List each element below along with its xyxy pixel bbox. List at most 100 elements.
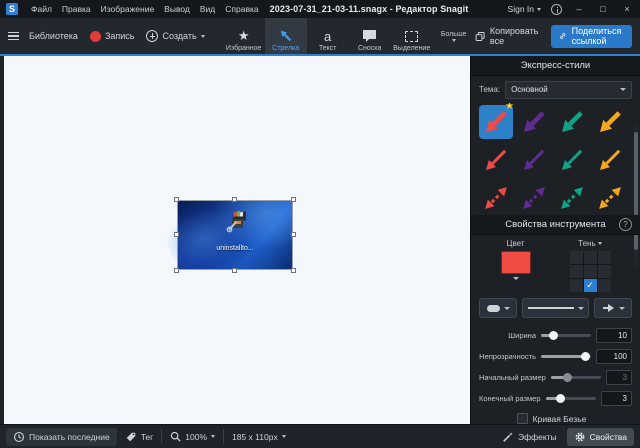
magic-wand-icon (502, 431, 514, 443)
image-file-label: uninstallto... (178, 245, 292, 252)
round-end-icon (487, 305, 500, 312)
tool-selection[interactable]: Выделение (391, 18, 433, 54)
end-size-slider[interactable] (546, 397, 596, 400)
gear-icon (574, 431, 586, 443)
arrow-end-style-button[interactable] (594, 298, 632, 318)
start-size-slider-row: Начальный размер 3 (479, 367, 632, 388)
resize-handle-nw[interactable] (174, 197, 179, 202)
help-icon[interactable]: ? (619, 218, 632, 231)
tool-text[interactable]: a Текст (307, 18, 349, 54)
shadow-cell[interactable] (598, 251, 611, 264)
maximize-button[interactable]: □ (596, 4, 610, 14)
tool-favorites[interactable]: ★ Избранное (223, 18, 265, 54)
record-icon (90, 31, 101, 42)
style-tile-arrow[interactable] (593, 143, 627, 177)
shadow-cell[interactable] (584, 265, 597, 278)
canvas[interactable]: uninstallto... (0, 56, 470, 424)
shadow-direction-grid: ✓ (570, 251, 611, 292)
resize-handle-ne[interactable] (291, 197, 296, 202)
tool-more[interactable]: Больше (433, 18, 475, 54)
start-size-slider[interactable] (551, 376, 601, 379)
shadow-cell[interactable] (570, 279, 583, 292)
style-tile-arrow[interactable]: ★ (479, 105, 513, 139)
style-tile-arrow[interactable] (555, 143, 589, 177)
style-tile-arrow[interactable] (555, 181, 589, 215)
slider-thumb[interactable] (563, 373, 572, 382)
style-tile-arrow[interactable] (479, 143, 513, 177)
style-tile-arrow[interactable] (517, 143, 551, 177)
shadow-cell[interactable] (570, 265, 583, 278)
show-recent-button[interactable]: Показать последние (6, 428, 117, 446)
captured-image[interactable]: uninstallto... (177, 200, 293, 270)
tool-callout[interactable]: Сноска (349, 18, 391, 54)
minimize-button[interactable]: – (572, 4, 586, 14)
opacity-slider[interactable] (541, 355, 591, 358)
color-swatch[interactable] (501, 251, 531, 274)
info-icon[interactable] (551, 4, 562, 15)
copy-all-button[interactable]: Копировать все (475, 26, 541, 46)
shadow-label: Тень (578, 239, 602, 248)
solid-line-icon (528, 307, 574, 309)
style-tile-arrow[interactable] (555, 105, 589, 139)
resize-handle-s[interactable] (232, 268, 237, 273)
properties-button[interactable]: Свойства (567, 428, 634, 446)
slider-thumb[interactable] (581, 352, 590, 361)
slider-thumb[interactable] (549, 331, 558, 340)
arrow-start-style-button[interactable] (479, 298, 517, 318)
shadow-cell[interactable] (584, 251, 597, 264)
canvas-size-control[interactable]: 185 x 110px (232, 432, 286, 442)
slider-thumb[interactable] (556, 394, 565, 403)
star-icon: ★ (238, 28, 250, 44)
resize-handle-n[interactable] (232, 197, 237, 202)
arrow-tool-icon (278, 28, 294, 44)
shadow-cell[interactable] (598, 265, 611, 278)
tool-arrow[interactable]: Стрелка (265, 18, 307, 54)
create-button[interactable]: Создать (146, 30, 204, 42)
uninstall-tool-icon (225, 209, 251, 235)
style-tile-arrow[interactable] (593, 105, 627, 139)
menu-image[interactable]: Изображение (96, 4, 160, 14)
chevron-down-icon (211, 435, 215, 438)
panel-scrollbar[interactable] (634, 126, 638, 266)
sign-in-button[interactable]: Sign In (508, 4, 541, 14)
record-button[interactable]: Запись (90, 31, 135, 42)
end-size-slider-row: Конечный размер 3 (479, 388, 632, 409)
snagit-logo-icon: S (6, 3, 18, 15)
chevron-down-icon (537, 8, 541, 11)
shadow-cell[interactable] (598, 279, 611, 292)
opacity-value[interactable]: 100 (596, 349, 632, 364)
menu-help[interactable]: Справка (220, 4, 263, 14)
tag-button[interactable]: Тег (125, 431, 154, 443)
canvas-size: 185 x 110px (232, 432, 278, 442)
menu-view[interactable]: Вид (195, 4, 220, 14)
close-button[interactable]: × (620, 4, 634, 14)
style-tile-arrow[interactable] (479, 181, 513, 215)
share-link-button[interactable]: Поделиться ссылкой (551, 25, 632, 48)
zoom-control[interactable]: 100% (170, 431, 215, 442)
shadow-cell[interactable] (570, 251, 583, 264)
bezier-checkbox[interactable] (517, 413, 528, 424)
style-tile-arrow[interactable] (593, 181, 627, 215)
width-slider[interactable] (541, 334, 591, 337)
menu-edit[interactable]: Правка (57, 4, 96, 14)
width-value[interactable]: 10 (596, 328, 632, 343)
menu-output[interactable]: Вывод (159, 4, 195, 14)
chevron-down-icon (452, 39, 456, 42)
color-label: Цвет (507, 239, 525, 248)
theme-select[interactable]: Основной (505, 81, 632, 99)
end-size-value[interactable]: 3 (601, 391, 632, 406)
shadow-cell-selected[interactable]: ✓ (584, 279, 597, 292)
style-tile-arrow[interactable] (517, 105, 551, 139)
snagit-editor-window: S Файл Правка Изображение Вывод Вид Спра… (0, 0, 640, 448)
chevron-down-icon[interactable] (513, 277, 519, 280)
library-button[interactable]: Библиотека (8, 31, 78, 41)
resize-handle-se[interactable] (291, 268, 296, 273)
menu-file[interactable]: Файл (26, 4, 57, 14)
resize-handle-sw[interactable] (174, 268, 179, 273)
effects-button[interactable]: Эффекты (502, 431, 557, 443)
resize-handle-w[interactable] (174, 232, 179, 237)
resize-handle-e[interactable] (291, 232, 296, 237)
titlebar: S Файл Правка Изображение Вывод Вид Спра… (0, 0, 640, 18)
style-tile-arrow[interactable] (517, 181, 551, 215)
line-style-button[interactable] (522, 298, 589, 318)
